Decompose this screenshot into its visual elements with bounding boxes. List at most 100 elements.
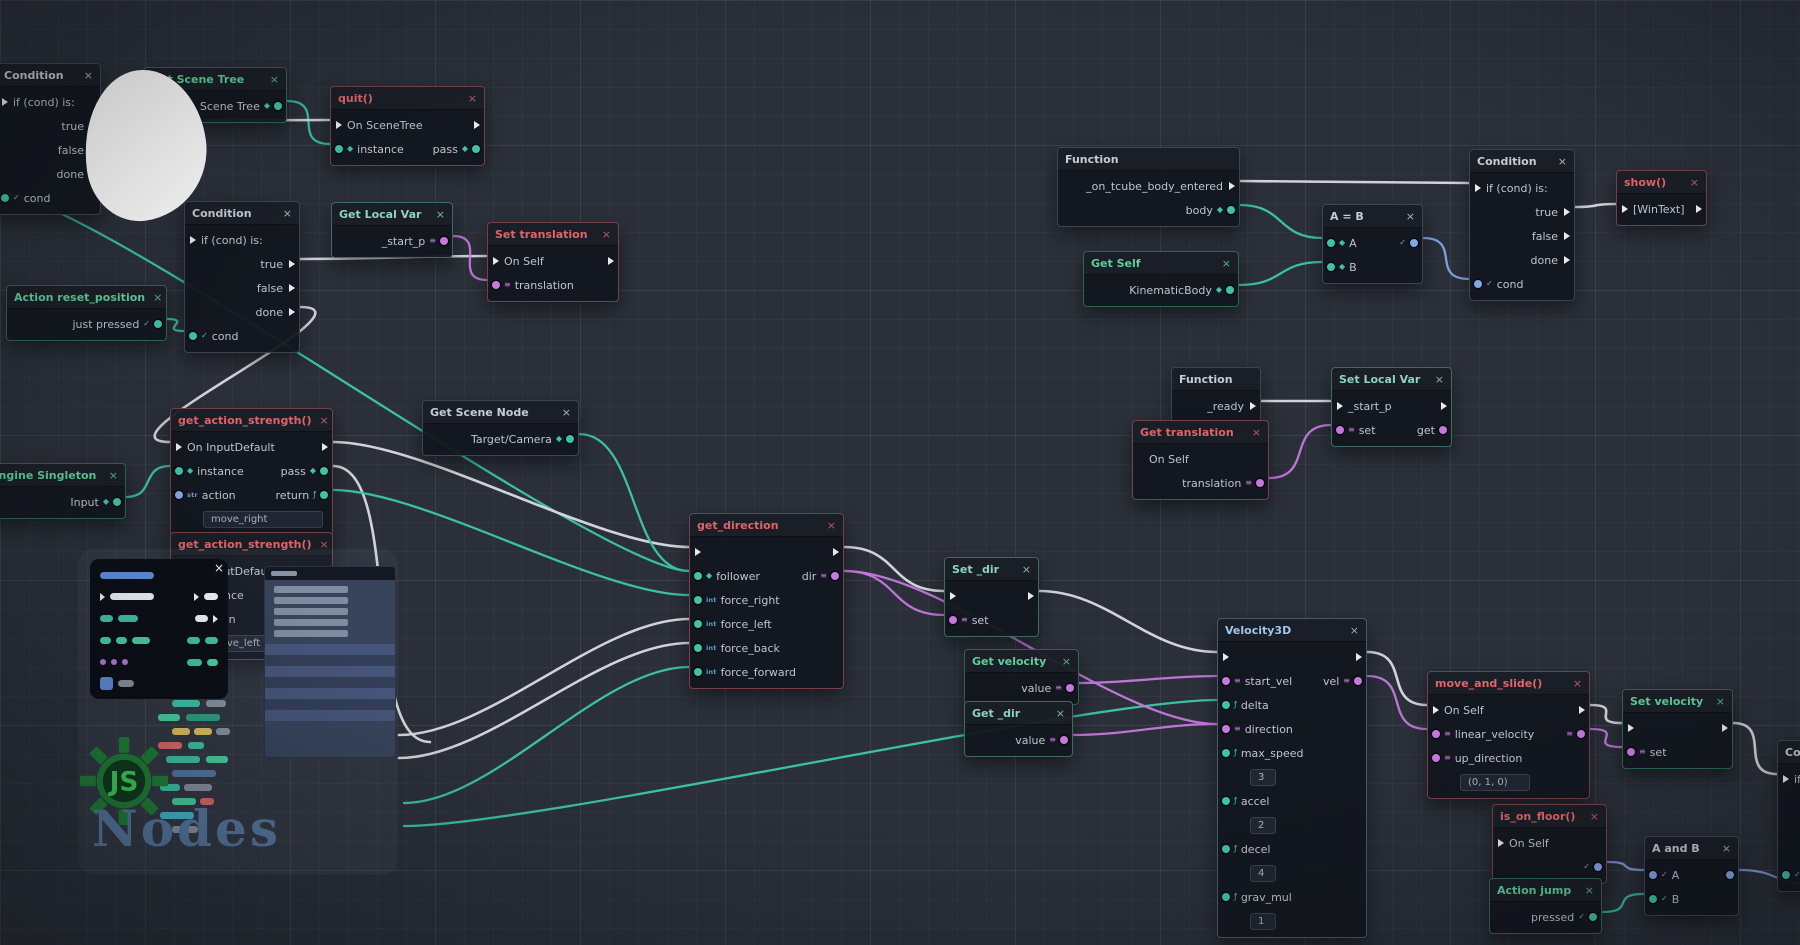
wire-data[interactable] xyxy=(1602,894,1644,912)
data-out-port[interactable] xyxy=(1589,913,1597,921)
close-icon[interactable]: × xyxy=(468,92,477,105)
node-get-local-var[interactable]: Get Local Var×_start_p≡ xyxy=(331,202,453,258)
data-in-port[interactable] xyxy=(694,644,702,652)
seq-in-port[interactable] xyxy=(1475,184,1481,192)
seq-out-port[interactable] xyxy=(1564,256,1570,264)
wire-vec[interactable] xyxy=(453,236,487,280)
data-in-port[interactable] xyxy=(949,616,957,624)
data-out-port[interactable] xyxy=(831,572,839,580)
seq-in-port[interactable] xyxy=(176,443,182,451)
node-function-on-tcube[interactable]: Function_on_tcube_body_enteredbody◆ xyxy=(1057,147,1240,227)
seq-out-port[interactable] xyxy=(1250,402,1256,410)
seq-out-port[interactable] xyxy=(1722,724,1728,732)
node-show[interactable]: show()×[WinText] xyxy=(1616,170,1707,226)
wire-data[interactable] xyxy=(126,466,170,497)
seq-out-port[interactable] xyxy=(474,121,480,129)
wire-bool[interactable] xyxy=(1607,862,1644,870)
seq-in-port[interactable] xyxy=(950,592,956,600)
node-move-and-slide[interactable]: move_and_slide()×On Self≡linear_velocity… xyxy=(1427,671,1590,799)
seq-in-port[interactable] xyxy=(1337,402,1343,410)
wire-seq[interactable] xyxy=(333,442,689,547)
node-a-equals-b[interactable]: A = B×◆A✓◆B xyxy=(1322,204,1423,284)
wire-seq[interactable] xyxy=(844,547,944,591)
data-out-port[interactable] xyxy=(1066,684,1074,692)
node-get-translation[interactable]: Get translation×On Selftranslation≡ xyxy=(1132,420,1269,500)
wire-data[interactable] xyxy=(1239,262,1322,285)
close-icon[interactable]: × xyxy=(1062,655,1071,668)
wire-seq[interactable] xyxy=(1240,181,1469,183)
close-icon[interactable]: × xyxy=(562,406,571,419)
node-condition-3[interactable]: Condition×if (cond) is:truefalsedone✓con… xyxy=(1469,149,1575,301)
node-get-direction[interactable]: get_direction×◆followerdir≡intforce_righ… xyxy=(689,513,844,689)
seq-out-port[interactable] xyxy=(1028,592,1034,600)
wire-seq[interactable] xyxy=(1039,591,1217,652)
close-icon[interactable]: × xyxy=(1350,624,1359,637)
node-quit[interactable]: quit()×On SceneTree◆instancepass◆ xyxy=(330,86,485,166)
close-icon[interactable]: × xyxy=(1406,210,1415,223)
data-in-port[interactable] xyxy=(189,332,197,340)
wire-seq[interactable] xyxy=(1367,652,1427,705)
close-icon[interactable]: × xyxy=(109,469,118,482)
close-icon[interactable]: × xyxy=(153,291,162,304)
close-icon[interactable]: × xyxy=(1573,677,1582,690)
close-icon[interactable]: × xyxy=(1435,373,1444,386)
close-icon[interactable]: × xyxy=(1585,884,1594,897)
data-out-port[interactable] xyxy=(1354,677,1362,685)
data-in-port[interactable] xyxy=(694,620,702,628)
seq-out-port[interactable] xyxy=(1229,182,1235,190)
data-in-port[interactable] xyxy=(1782,871,1790,879)
wire-data[interactable] xyxy=(404,667,689,803)
wire-bool[interactable] xyxy=(1423,238,1469,279)
data-in-port[interactable] xyxy=(492,281,500,289)
data-in-port[interactable] xyxy=(694,596,702,604)
close-icon[interactable]: × xyxy=(1222,257,1231,270)
close-icon[interactable]: × xyxy=(1022,563,1031,576)
wire-vec[interactable] xyxy=(1269,425,1331,478)
data-in-port[interactable] xyxy=(1627,748,1635,756)
seq-in-port[interactable] xyxy=(2,98,8,106)
seq-out-port[interactable] xyxy=(1564,208,1570,216)
data-out-port[interactable] xyxy=(566,435,574,443)
seq-out-port[interactable] xyxy=(322,443,328,451)
wire-seq[interactable] xyxy=(1733,723,1777,774)
wire-vec[interactable] xyxy=(1079,676,1217,683)
node-action-reset-position[interactable]: Action reset_position×just pressed✓ xyxy=(6,285,167,341)
value-field[interactable]: 1 xyxy=(1250,913,1276,930)
wire-data[interactable] xyxy=(1240,205,1322,238)
seq-out-port[interactable] xyxy=(289,260,295,268)
seq-in-port[interactable] xyxy=(493,257,499,265)
data-in-port[interactable] xyxy=(175,467,183,475)
node-velocity3d[interactable]: Velocity3D×≡start_velvel≡ƒdelta≡directio… xyxy=(1217,618,1367,938)
value-field[interactable]: move_right xyxy=(203,511,323,528)
seq-in-port[interactable] xyxy=(336,121,342,129)
seq-out-port[interactable] xyxy=(608,257,614,265)
seq-out-port[interactable] xyxy=(1356,653,1362,661)
value-field[interactable]: (0, 1, 0) xyxy=(1460,774,1530,791)
node-set-dir[interactable]: Set _dir×≡set xyxy=(944,557,1039,637)
data-in-port[interactable] xyxy=(1327,263,1335,271)
close-icon[interactable]: × xyxy=(1716,695,1725,708)
data-out-port[interactable] xyxy=(1594,863,1602,871)
seq-out-port[interactable] xyxy=(1579,706,1585,714)
value-field[interactable]: 2 xyxy=(1250,817,1276,834)
seq-out-port[interactable] xyxy=(1696,205,1702,213)
data-out-port[interactable] xyxy=(274,102,282,110)
seq-out-port[interactable] xyxy=(289,308,295,316)
close-icon[interactable]: × xyxy=(1590,810,1599,823)
data-out-port[interactable] xyxy=(1410,239,1418,247)
seq-in-port[interactable] xyxy=(190,236,196,244)
node-condition-2[interactable]: Condition×if (cond) is:truefalsedone✓con… xyxy=(184,201,300,353)
close-icon[interactable]: × xyxy=(1558,155,1567,168)
close-icon[interactable]: × xyxy=(436,208,445,221)
data-out-port[interactable] xyxy=(320,491,328,499)
data-in-port[interactable] xyxy=(1336,426,1344,434)
wire-seq[interactable] xyxy=(399,643,689,758)
data-in-port[interactable] xyxy=(1222,893,1230,901)
wire-data[interactable] xyxy=(287,101,330,144)
data-out-port[interactable] xyxy=(154,320,162,328)
data-in-port[interactable] xyxy=(1222,749,1230,757)
wire-seq[interactable] xyxy=(1590,705,1622,723)
wire-vec[interactable] xyxy=(1367,676,1427,729)
node-get-self[interactable]: Get Self×KinematicBody◆ xyxy=(1083,251,1239,307)
data-in-port[interactable] xyxy=(1649,895,1657,903)
